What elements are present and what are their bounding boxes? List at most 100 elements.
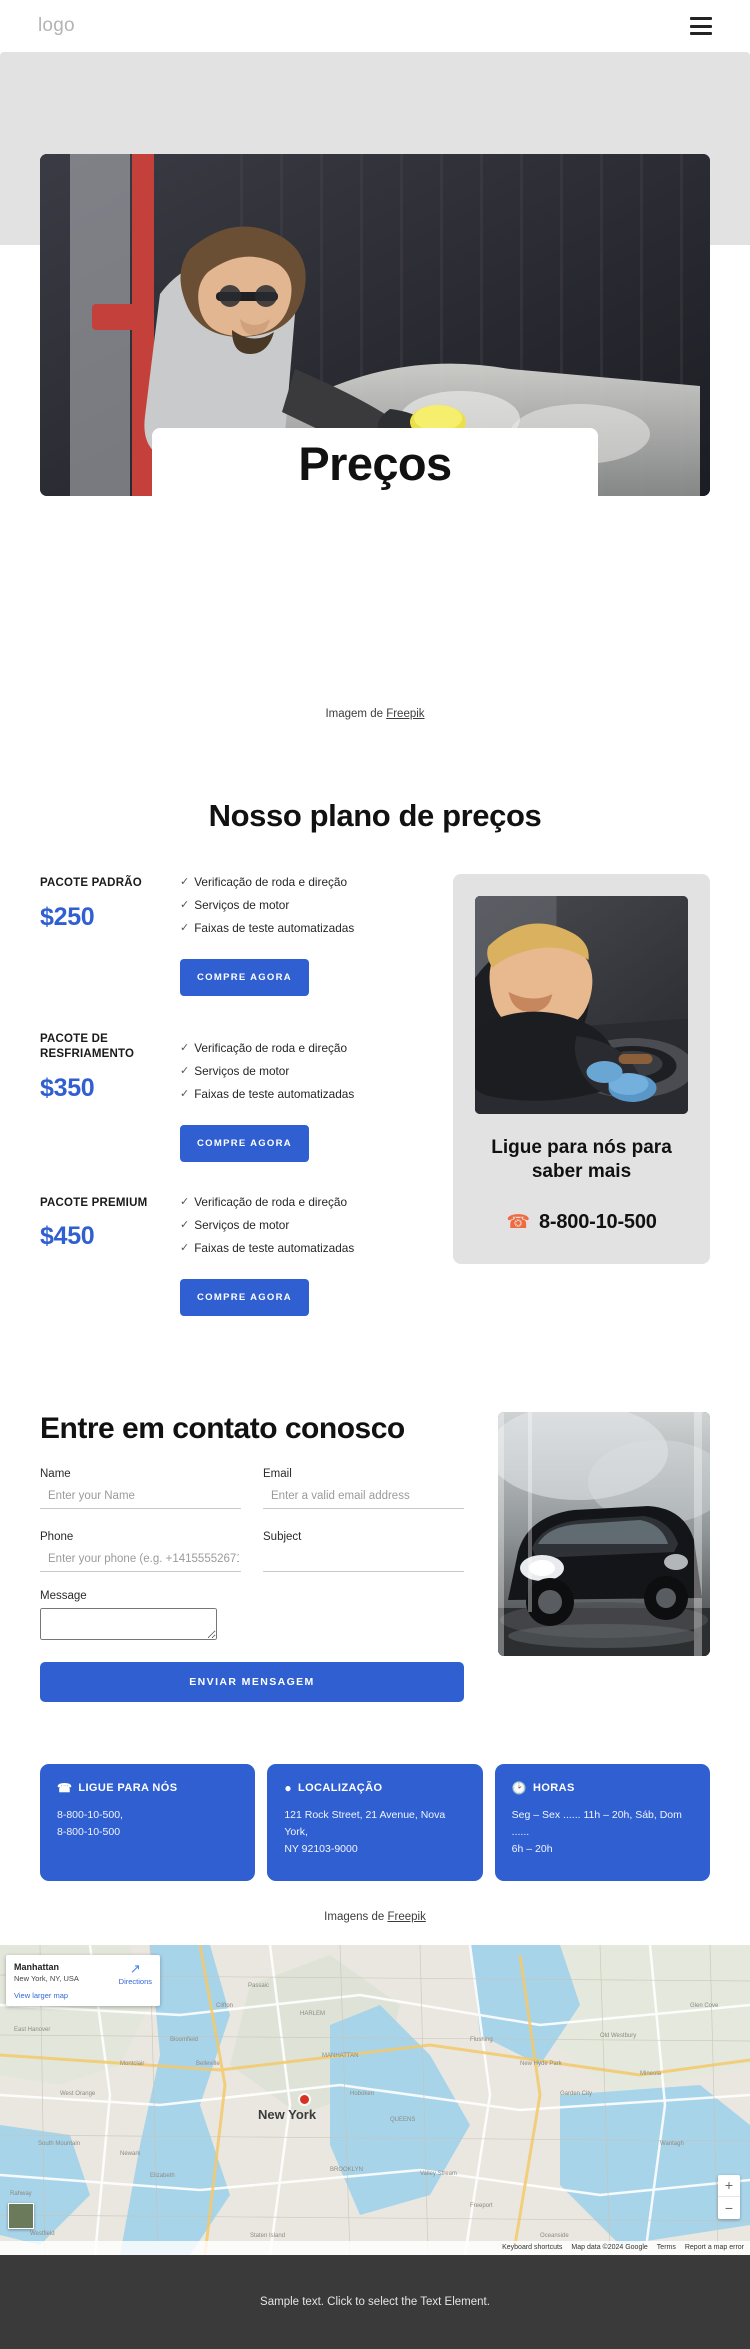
plan-feature: ✓ Faixas de teste automatizadas	[180, 920, 435, 935]
info-card-location[interactable]: ● LOCALIZAÇÃO 121 Rock Street, 21 Avenue…	[267, 1763, 483, 1881]
phone-label: Phone	[40, 1530, 74, 1543]
subject-input[interactable]	[263, 1548, 464, 1572]
keyboard-shortcuts-link[interactable]: Keyboard shortcuts	[502, 2244, 562, 2251]
images-credit-prefix: Imagens de	[324, 1910, 388, 1923]
plan-feature: ✓ Serviços de motor	[180, 897, 435, 912]
send-message-button[interactable]: ENVIAR MENSAGEM	[40, 1661, 464, 1702]
message-field-group: Message	[40, 1590, 464, 1645]
pricing-plan: PACOTE PADRÃO $250 ✓ Verificação de roda …	[40, 874, 435, 1002]
map-zoom-controls[interactable]: + −	[718, 2174, 740, 2219]
plan-feature-label: Faixas de teste automatizadas	[194, 920, 355, 935]
call-card-phone-row[interactable]: ☎ 8-800-10-500	[475, 1211, 688, 1234]
info-card-header: ☎ LIGUE PARA NÓS	[57, 1782, 238, 1794]
map-street-view-thumbnail[interactable]	[8, 2202, 34, 2229]
plan-feature: ✓ Faixas de teste automatizadas	[180, 1086, 435, 1101]
svg-text:Valley Stream: Valley Stream	[420, 2171, 457, 2177]
pricing-section-title: Nosso plano de preços	[208, 798, 542, 833]
footer-sample-text[interactable]: Sample text. Click to select the Text El…	[260, 2296, 490, 2308]
svg-text:Mineola: Mineola	[640, 2071, 662, 2077]
plan-feature-label: Serviços de motor	[194, 1063, 290, 1078]
check-icon: ✓	[180, 876, 190, 888]
svg-text:Flushing: Flushing	[470, 2037, 493, 2043]
mechanic-image	[475, 896, 688, 1114]
call-us-card: Ligue para nós para saber mais ☎ 8-800-1…	[453, 874, 710, 1264]
map-place-address: New York, NY, USA	[14, 1973, 79, 1983]
svg-text:Passaic: Passaic	[248, 1983, 269, 1989]
svg-text:Bloomfield: Bloomfield	[170, 2037, 198, 2043]
credit-prefix: Imagem de	[325, 708, 387, 720]
plan-details: ✓ Verificação de roda e direção ✓ Serviços…	[180, 1194, 435, 1316]
hamburger-menu-icon[interactable]	[690, 17, 712, 35]
plan-feature-label: Verificação de roda e direção	[194, 1040, 348, 1055]
map-directions-button[interactable]: ↗ Directions	[119, 1962, 152, 2000]
map-zoom-in-button[interactable]: +	[718, 2175, 740, 2197]
buy-now-button[interactable]: COMPRE AGORA	[180, 1124, 309, 1162]
name-input[interactable]	[40, 1485, 241, 1509]
call-card-title: Ligue para nós para saber mais	[491, 1137, 672, 1183]
check-icon: ✓	[180, 1241, 190, 1254]
svg-text:Wantagh: Wantagh	[660, 2141, 684, 2147]
message-label: Message	[40, 1589, 87, 1602]
map-info-text: Manhattan New York, NY, USA View larger …	[14, 1962, 79, 2000]
info-card-hours[interactable]: 🕑 HORAS Seg – Sex ...... 11h – 20h, Sáb,…	[494, 1763, 710, 1881]
contact-form: Entre em contato conosco Name Email Phon…	[40, 1412, 464, 1702]
plan-feature: ✓ Verificação de roda e direção	[180, 1040, 435, 1055]
plan-feature-label: Serviços de motor	[194, 897, 290, 912]
freepik-link[interactable]: Freepik	[386, 708, 424, 720]
info-card-body: 121 Rock Street, 21 Avenue, Nova York, N…	[284, 1807, 465, 1859]
terms-link[interactable]: Terms	[657, 2244, 676, 2251]
map-embed[interactable]: East Hanover West Orange South Mountain Mo…	[0, 1944, 750, 2255]
info-card-header: 🕑 HORAS	[512, 1782, 693, 1794]
svg-text:East Hanover: East Hanover	[14, 2027, 50, 2033]
svg-text:Montclair: Montclair	[120, 2061, 144, 2067]
svg-text:West Orange: West Orange	[60, 2091, 96, 2097]
info-card-call-us[interactable]: ☎ LIGUE PARA NÓS 8-800-10-500, 8-800-10-…	[40, 1763, 256, 1881]
buy-now-button[interactable]: COMPRE AGORA	[180, 958, 309, 996]
plan-price: $250	[40, 902, 95, 931]
info-card-line: NY 92103-9000	[284, 1843, 358, 1856]
call-card-phone-number[interactable]: 8-800-10-500	[539, 1211, 657, 1234]
plan-summary: PACOTE PADRÃO $250	[40, 874, 180, 996]
plan-name: PACOTE PREMIUM	[40, 1196, 148, 1209]
plan-feature-label: Faixas de teste automatizadas	[194, 1086, 355, 1101]
svg-text:Clifton: Clifton	[216, 2003, 233, 2009]
svg-text:Rahway: Rahway	[10, 2191, 32, 2197]
svg-text:Hoboken: Hoboken	[350, 2091, 374, 2097]
check-icon: ✓	[180, 921, 190, 934]
location-pin-icon: ●	[284, 1780, 292, 1795]
svg-text:Old Westbury: Old Westbury	[600, 2033, 636, 2039]
info-card-line: 8-800-10-500	[57, 1826, 121, 1839]
info-card-line: 8-800-10-500,	[57, 1808, 123, 1821]
info-card-title: LIGUE PARA NÓS	[78, 1781, 178, 1794]
svg-text:Elizabeth: Elizabeth	[150, 2173, 175, 2179]
site-logo[interactable]: logo	[38, 15, 75, 37]
subject-label: Subject	[263, 1530, 302, 1543]
freepik-link[interactable]: Freepik	[387, 1911, 425, 1923]
directions-label: Directions	[118, 1976, 152, 1986]
name-label: Name	[40, 1467, 71, 1480]
email-input[interactable]	[263, 1485, 464, 1509]
map-city-label: New York	[258, 2106, 317, 2122]
form-row: Name Email	[40, 1468, 464, 1509]
mechanic-image-art	[475, 896, 688, 1114]
burger-bar	[690, 24, 712, 28]
svg-text:BROOKLYN: BROOKLYN	[330, 2167, 363, 2173]
car-wash-night-image-art	[498, 1411, 710, 1656]
map-zoom-out-button[interactable]: −	[718, 2197, 740, 2219]
svg-text:QUEENS: QUEENS	[390, 2117, 415, 2123]
svg-text:Belleville: Belleville	[196, 2061, 220, 2067]
buy-now-button[interactable]: COMPRE AGORA	[180, 1278, 309, 1316]
report-map-error-link[interactable]: Report a map error	[685, 2244, 744, 2251]
map-data-text: Map data ©2024 Google	[571, 2244, 648, 2252]
view-larger-map-link[interactable]: View larger map	[14, 1991, 79, 2000]
info-card-line: 121 Rock Street, 21 Avenue, Nova York,	[284, 1808, 446, 1839]
site-header: logo	[0, 0, 750, 52]
pricing-plan: PACOTE DE RESFRIAMENTO $350 ✓ Verificação…	[40, 1030, 435, 1168]
phone-input[interactable]	[40, 1548, 241, 1572]
message-textarea[interactable]	[40, 1607, 217, 1640]
plan-summary: PACOTE PREMIUM $450	[40, 1194, 180, 1316]
site-footer: Sample text. Click to select the Text El…	[0, 2254, 750, 2349]
form-row: Phone Subject	[40, 1531, 464, 1572]
info-card-header: ● LOCALIZAÇÃO	[284, 1782, 465, 1794]
page-title: Preços	[298, 436, 452, 490]
